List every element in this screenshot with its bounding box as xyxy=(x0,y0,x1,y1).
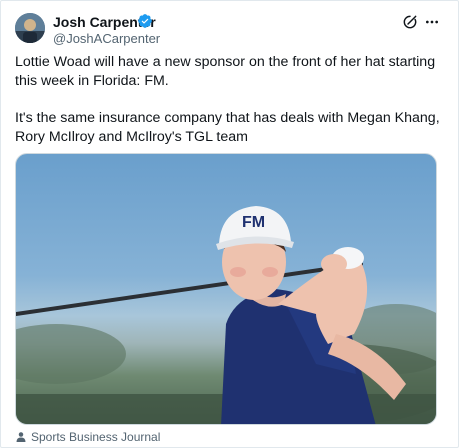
more-options-icon[interactable] xyxy=(424,14,440,30)
avatar[interactable] xyxy=(15,13,45,43)
media-source[interactable]: Sports Business Journal xyxy=(15,430,160,444)
post-text-paragraph-2: It's the same insurance company that has… xyxy=(15,110,440,145)
person-icon xyxy=(16,432,26,442)
post-text-paragraph-1: Lottie Woad will have a new sponsor on t… xyxy=(15,54,436,89)
avatar-image xyxy=(15,13,45,43)
golfer-photo-illustration: FM xyxy=(16,206,436,424)
post-card[interactable]: Josh Carpenter @JoshACarpenter Lottie Wo… xyxy=(0,0,459,448)
author-handle[interactable]: @JoshACarpenter xyxy=(53,31,160,46)
hat-logo-text: FM xyxy=(242,214,265,231)
media-source-label: Sports Business Journal xyxy=(31,430,161,444)
post-photo[interactable]: FM xyxy=(15,153,437,425)
grok-icon[interactable] xyxy=(402,14,418,30)
verified-badge-icon xyxy=(138,14,152,28)
